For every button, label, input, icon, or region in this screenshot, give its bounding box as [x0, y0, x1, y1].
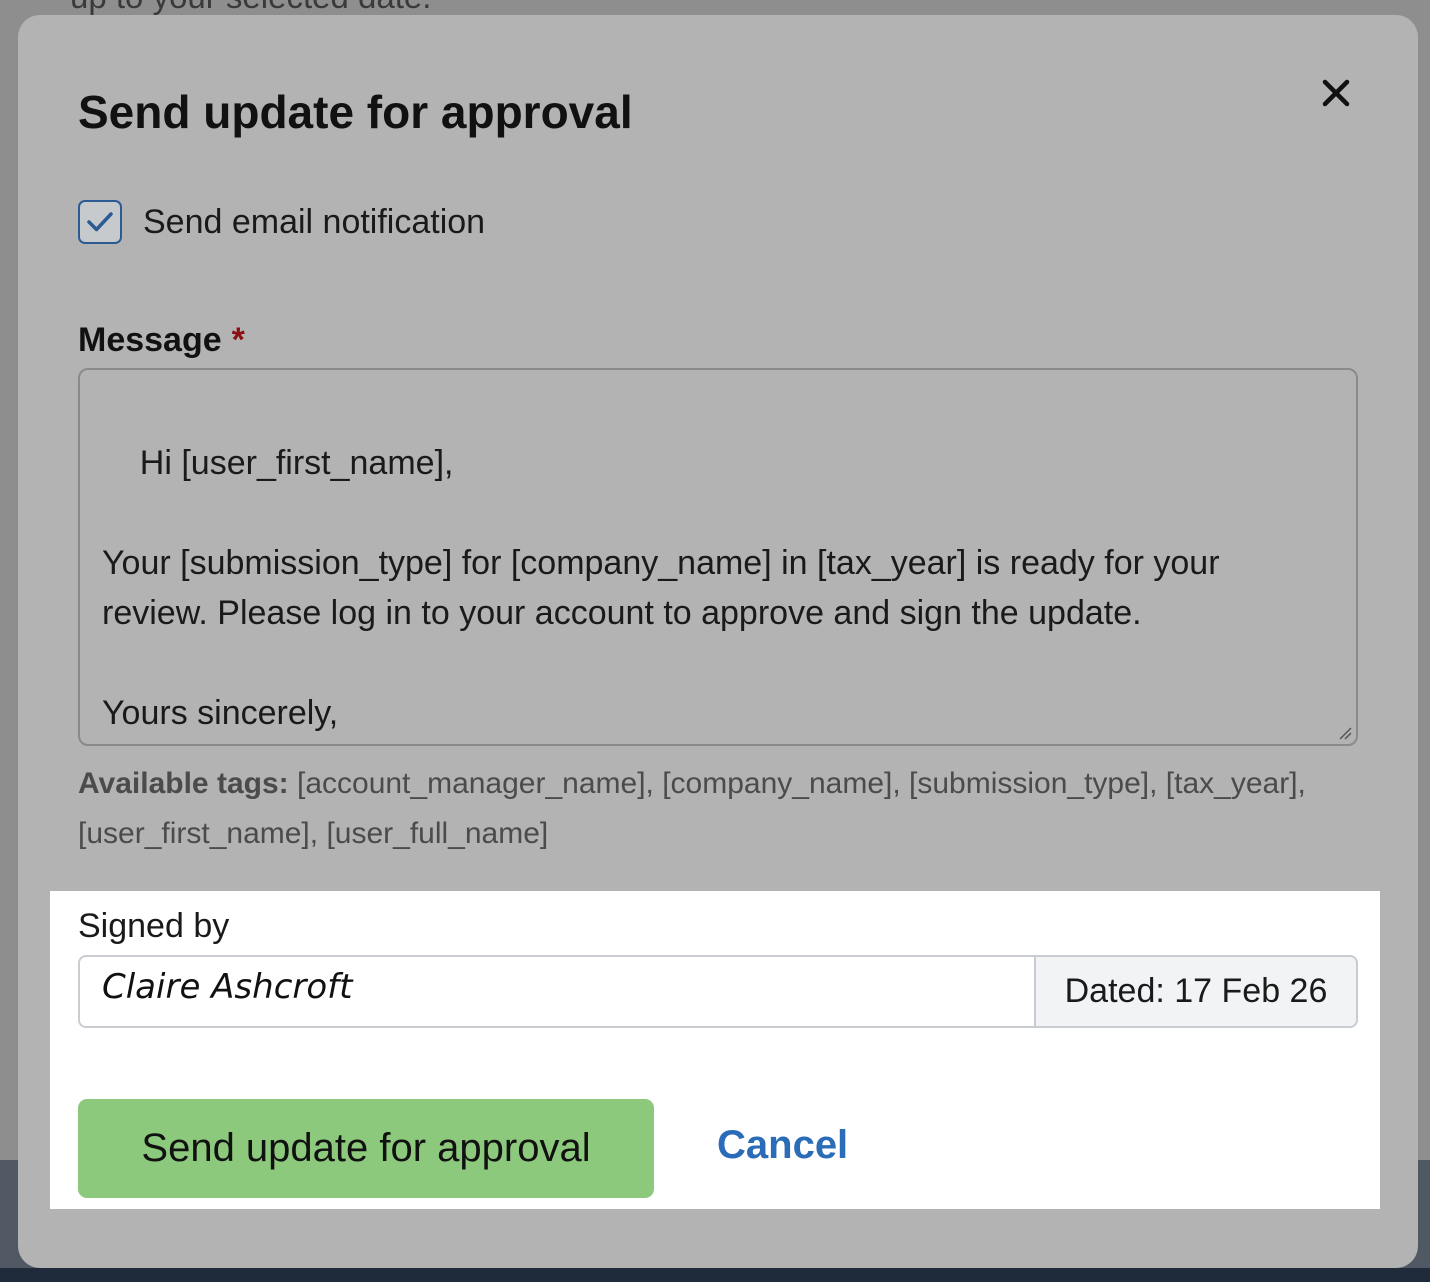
- email-notification-label: Send email notification: [143, 202, 486, 241]
- message-textarea[interactable]: Hi [user_first_name], Your [submission_t…: [78, 368, 1358, 746]
- background-page-text: up to your selected date.: [70, 0, 431, 16]
- signed-by-label: Signed by: [78, 907, 230, 945]
- background-footer-bottom: [0, 1268, 1430, 1282]
- available-tags-label: Available tags:: [78, 767, 289, 800]
- signature-input[interactable]: Claire Ashcroft: [78, 955, 1034, 1028]
- close-icon: [1322, 79, 1350, 107]
- message-label: Message *: [78, 321, 245, 360]
- available-tags: Available tags: [account_manager_name], …: [78, 759, 1368, 859]
- modal-title: Send update for approval: [78, 86, 633, 138]
- required-marker: *: [231, 321, 245, 359]
- checkmark-icon: [87, 212, 113, 232]
- send-approval-modal: Send update for approval Send email noti…: [18, 15, 1418, 1268]
- message-text: Hi [user_first_name], Your [submission_t…: [102, 444, 1220, 732]
- signature-section: Signed by Claire Ashcroft Dated: 17 Feb …: [50, 891, 1380, 1209]
- resize-handle-icon[interactable]: [1338, 726, 1352, 740]
- email-notification-row[interactable]: Send email notification: [78, 199, 485, 245]
- email-notification-checkbox[interactable]: [78, 200, 122, 244]
- date-addon: Dated: 17 Feb 26: [1034, 955, 1358, 1028]
- send-update-button[interactable]: Send update for approval: [78, 1099, 654, 1198]
- cancel-link[interactable]: Cancel: [717, 1123, 848, 1168]
- close-button[interactable]: [1314, 71, 1358, 115]
- message-label-text: Message: [78, 321, 222, 359]
